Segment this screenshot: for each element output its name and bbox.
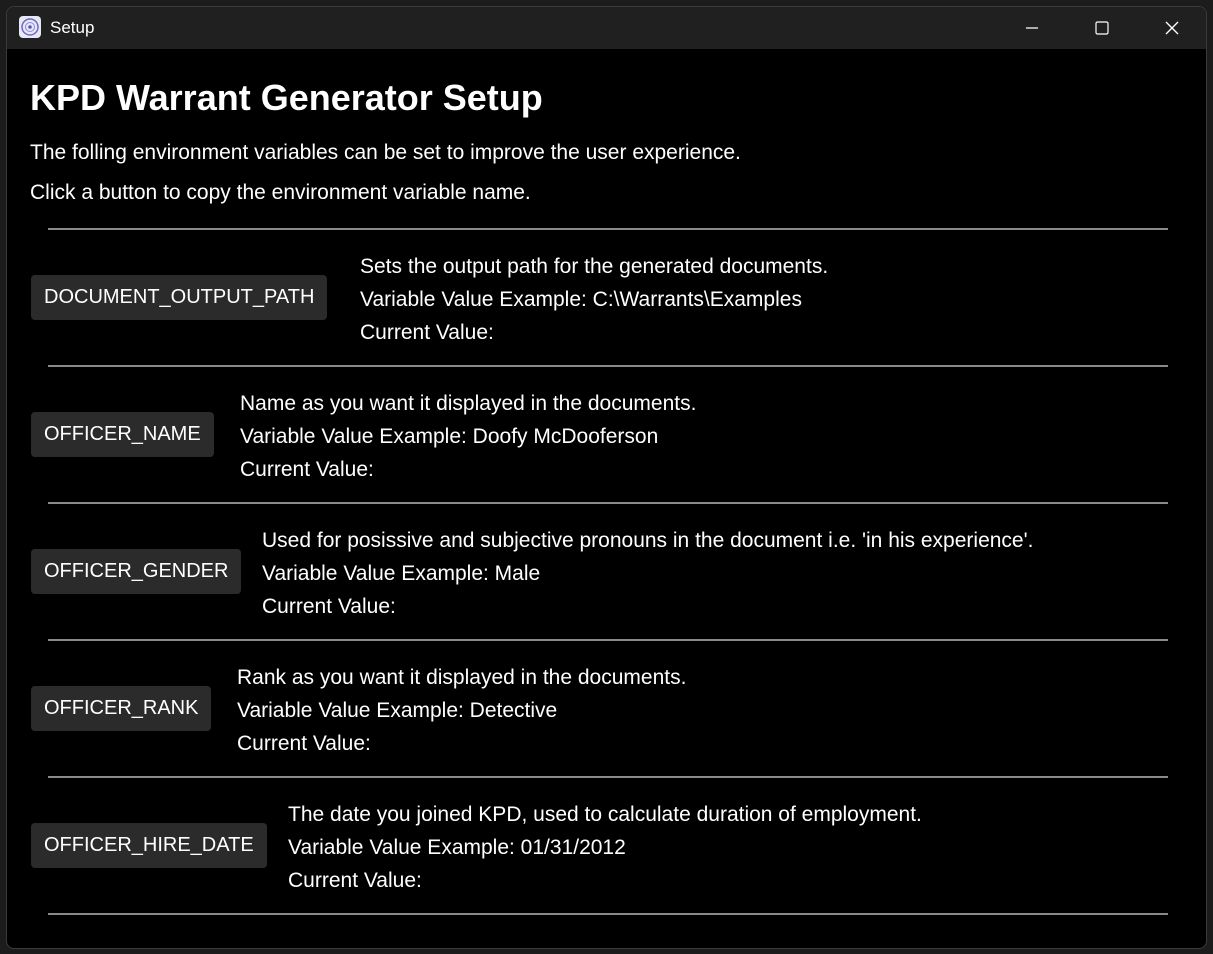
example-text: Variable Value Example: C:\Warrants\Exam… (360, 288, 802, 311)
description-text: Name as you want it displayed in the doc… (240, 392, 697, 415)
instruction-text: Click a button to copy the environment v… (30, 181, 531, 204)
example-text: Variable Value Example: Doofy McDooferso… (240, 425, 659, 448)
current-value-text: Current Value: (360, 321, 494, 344)
example-text: Variable Value Example: Male (262, 562, 541, 585)
example-text: Variable Value Example: 01/31/2012 (288, 836, 626, 859)
description-text: Rank as you want it displayed in the doc… (237, 666, 687, 689)
variable-row-officer-name: OFFICER_NAME Name as you want it display… (7, 367, 1206, 504)
description-text: Sets the output path for the generated d… (360, 255, 829, 278)
description-text: Used for posissive and subjective pronou… (262, 529, 1034, 552)
maximize-button[interactable] (1067, 7, 1137, 49)
page-title: KPD Warrant Generator Setup (30, 77, 543, 118)
variable-row-officer-rank: OFFICER_RANK Rank as you want it display… (7, 641, 1206, 778)
copy-document-output-path-button[interactable]: DOCUMENT_OUTPUT_PATH (31, 275, 328, 320)
current-value-text: Current Value: (288, 869, 422, 892)
variable-row-document-output-path: DOCUMENT_OUTPUT_PATH Sets the output pat… (7, 230, 1206, 367)
close-icon (1165, 21, 1179, 35)
variable-description: Name as you want it displayed in the doc… (240, 387, 696, 486)
window-title: Setup (50, 18, 95, 37)
variable-description: The date you joined KPD, used to calcula… (288, 798, 922, 897)
copy-officer-rank-button[interactable]: OFFICER_RANK (31, 686, 212, 731)
minimize-button[interactable] (997, 7, 1067, 49)
variable-description: Sets the output path for the generated d… (360, 250, 828, 349)
variable-row-officer-hire-date: OFFICER_HIRE_DATE The date you joined KP… (7, 778, 1206, 915)
main-content: KPD Warrant Generator Setup The folling … (7, 49, 1206, 948)
close-button[interactable] (1137, 7, 1206, 49)
app-logo-icon (19, 16, 41, 38)
variable-description: Used for posissive and subjective pronou… (262, 524, 1033, 623)
current-value-text: Current Value: (237, 732, 371, 755)
current-value-text: Current Value: (262, 595, 396, 618)
title-bar[interactable]: Setup (7, 7, 1206, 49)
example-text: Variable Value Example: Detective (237, 699, 558, 722)
minimize-icon (1026, 27, 1038, 29)
maximize-icon (1095, 21, 1109, 35)
variable-row-officer-gender: OFFICER_GENDER Used for posissive and su… (7, 504, 1206, 641)
intro-text: The folling environment variables can be… (30, 141, 741, 164)
description-text: The date you joined KPD, used to calcula… (288, 803, 922, 826)
copy-officer-gender-button[interactable]: OFFICER_GENDER (31, 549, 242, 594)
copy-officer-hire-date-button[interactable]: OFFICER_HIRE_DATE (31, 823, 267, 868)
variable-description: Rank as you want it displayed in the doc… (237, 661, 686, 760)
setup-window: Setup KPD Warrant Generator Setup The fo… (6, 6, 1207, 949)
copy-officer-name-button[interactable]: OFFICER_NAME (31, 412, 214, 457)
current-value-text: Current Value: (240, 458, 374, 481)
divider (48, 913, 1168, 915)
